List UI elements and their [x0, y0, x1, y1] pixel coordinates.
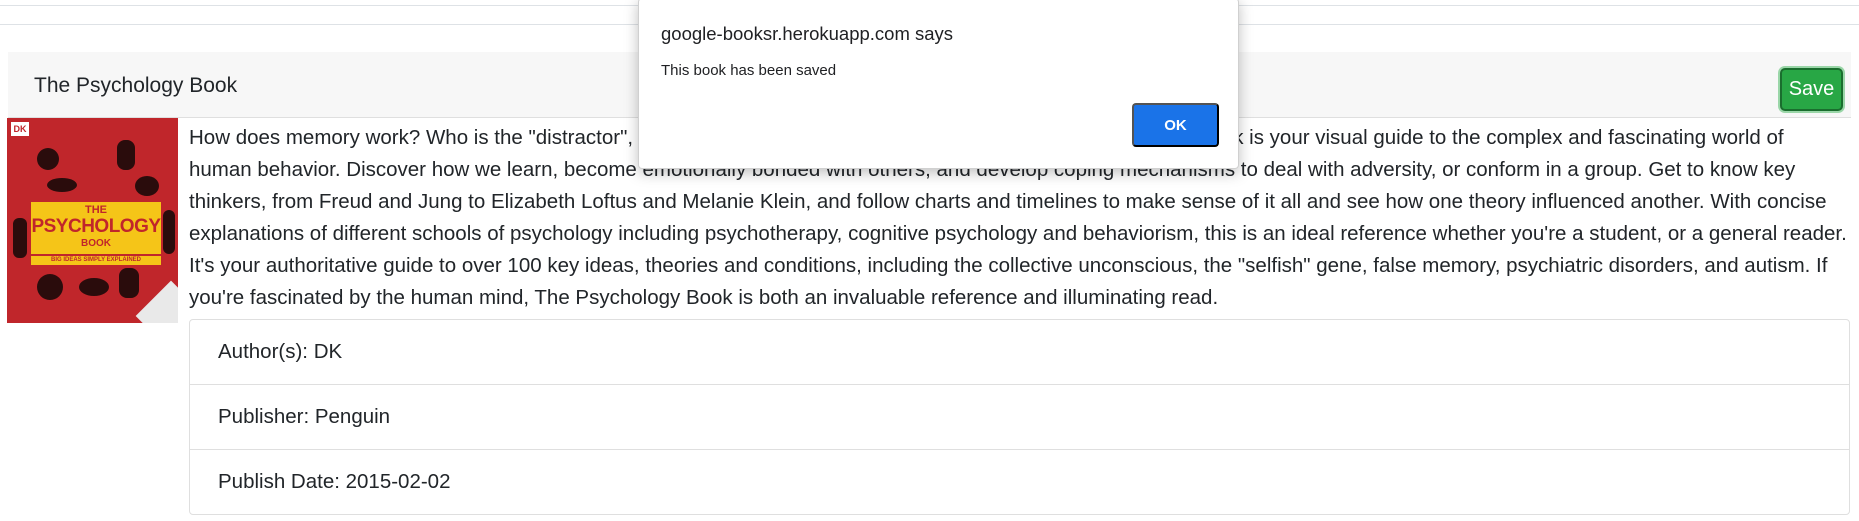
cover-illustration [119, 268, 139, 298]
dialog-origin: google-booksr.herokuapp.com says [661, 23, 954, 44]
cover-title-big: PSYCHOLOGY [31, 216, 161, 237]
book-title: The Psychology Book [34, 74, 238, 97]
book-details-list: Author(s): DK Publisher: Penguin Publish… [189, 319, 1850, 515]
list-item-publish-date: Publish Date: 2015-02-02 [218, 470, 451, 493]
cover-illustration [47, 178, 77, 192]
alert-dialog: google-booksr.herokuapp.com says This bo… [638, 0, 1239, 169]
ok-button[interactable]: OK [1132, 103, 1219, 147]
list-item-publisher: Publisher: Penguin [190, 385, 1849, 450]
dk-logo: DK [11, 122, 29, 136]
cover-illustration [37, 148, 59, 170]
cover-illustration [117, 140, 135, 170]
cover-title-band: THE PSYCHOLOGY BOOK [31, 202, 161, 254]
cover-tagline: BIG IDEAS SIMPLY EXPLAINED [31, 256, 161, 265]
cover-title-small: THE [85, 204, 107, 216]
save-button[interactable]: Save [1780, 68, 1843, 111]
cover-illustration [135, 176, 159, 196]
book-cover-image[interactable]: DK THE PSYCHOLOGY BOOK BIG IDEAS SIMPLY … [7, 118, 178, 323]
cover-title-book: BOOK [81, 238, 111, 249]
dialog-message: This book has been saved [661, 62, 837, 79]
list-item-authors: Author(s): DK [190, 320, 1849, 385]
cover-illustration [37, 274, 63, 300]
cover-illustration [13, 218, 27, 258]
cover-illustration [79, 278, 109, 296]
cover-illustration [163, 210, 175, 254]
page-curl [135, 280, 178, 323]
